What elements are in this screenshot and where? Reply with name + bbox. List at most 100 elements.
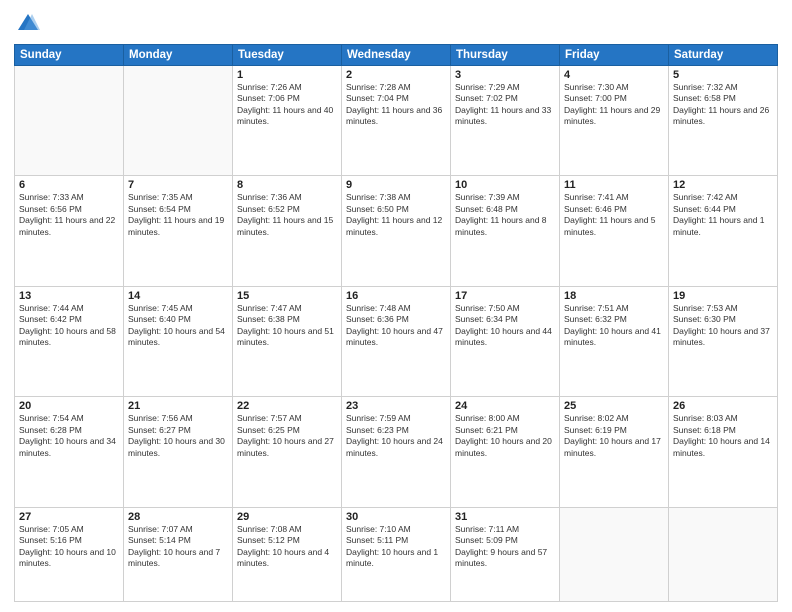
calendar-cell (124, 66, 233, 176)
calendar-cell: 9Sunrise: 7:38 AMSunset: 6:50 PMDaylight… (342, 176, 451, 286)
day-info: Sunrise: 7:47 AMSunset: 6:38 PMDaylight:… (237, 303, 337, 349)
day-number: 13 (19, 290, 119, 302)
calendar-cell: 14Sunrise: 7:45 AMSunset: 6:40 PMDayligh… (124, 286, 233, 396)
day-info: Sunrise: 7:59 AMSunset: 6:23 PMDaylight:… (346, 413, 446, 459)
weekday-saturday: Saturday (669, 45, 778, 66)
day-number: 31 (455, 511, 555, 523)
calendar-cell: 16Sunrise: 7:48 AMSunset: 6:36 PMDayligh… (342, 286, 451, 396)
calendar-cell: 5Sunrise: 7:32 AMSunset: 6:58 PMDaylight… (669, 66, 778, 176)
day-info: Sunrise: 7:51 AMSunset: 6:32 PMDaylight:… (564, 303, 664, 349)
calendar-week-5: 27Sunrise: 7:05 AMSunset: 5:16 PMDayligh… (15, 507, 778, 601)
calendar-cell: 18Sunrise: 7:51 AMSunset: 6:32 PMDayligh… (560, 286, 669, 396)
day-number: 15 (237, 290, 337, 302)
day-info: Sunrise: 7:50 AMSunset: 6:34 PMDaylight:… (455, 303, 555, 349)
day-number: 18 (564, 290, 664, 302)
calendar-cell: 1Sunrise: 7:26 AMSunset: 7:06 PMDaylight… (233, 66, 342, 176)
calendar-week-2: 6Sunrise: 7:33 AMSunset: 6:56 PMDaylight… (15, 176, 778, 286)
calendar-cell (15, 66, 124, 176)
day-info: Sunrise: 7:54 AMSunset: 6:28 PMDaylight:… (19, 413, 119, 459)
weekday-monday: Monday (124, 45, 233, 66)
day-info: Sunrise: 7:35 AMSunset: 6:54 PMDaylight:… (128, 192, 228, 238)
day-number: 25 (564, 400, 664, 412)
weekday-header-row: SundayMondayTuesdayWednesdayThursdayFrid… (15, 45, 778, 66)
day-number: 20 (19, 400, 119, 412)
calendar-cell: 26Sunrise: 8:03 AMSunset: 6:18 PMDayligh… (669, 397, 778, 507)
day-info: Sunrise: 7:07 AMSunset: 5:14 PMDaylight:… (128, 524, 228, 570)
day-info: Sunrise: 7:56 AMSunset: 6:27 PMDaylight:… (128, 413, 228, 459)
day-info: Sunrise: 7:26 AMSunset: 7:06 PMDaylight:… (237, 82, 337, 128)
calendar-cell: 19Sunrise: 7:53 AMSunset: 6:30 PMDayligh… (669, 286, 778, 396)
day-info: Sunrise: 7:10 AMSunset: 5:11 PMDaylight:… (346, 524, 446, 570)
weekday-thursday: Thursday (451, 45, 560, 66)
day-info: Sunrise: 7:39 AMSunset: 6:48 PMDaylight:… (455, 192, 555, 238)
calendar-cell: 20Sunrise: 7:54 AMSunset: 6:28 PMDayligh… (15, 397, 124, 507)
calendar-cell: 29Sunrise: 7:08 AMSunset: 5:12 PMDayligh… (233, 507, 342, 601)
calendar-cell: 23Sunrise: 7:59 AMSunset: 6:23 PMDayligh… (342, 397, 451, 507)
weekday-wednesday: Wednesday (342, 45, 451, 66)
weekday-tuesday: Tuesday (233, 45, 342, 66)
day-number: 27 (19, 511, 119, 523)
calendar-cell: 24Sunrise: 8:00 AMSunset: 6:21 PMDayligh… (451, 397, 560, 507)
day-info: Sunrise: 8:00 AMSunset: 6:21 PMDaylight:… (455, 413, 555, 459)
calendar-cell: 4Sunrise: 7:30 AMSunset: 7:00 PMDaylight… (560, 66, 669, 176)
day-number: 2 (346, 69, 446, 81)
day-number: 21 (128, 400, 228, 412)
day-number: 28 (128, 511, 228, 523)
calendar-cell: 27Sunrise: 7:05 AMSunset: 5:16 PMDayligh… (15, 507, 124, 601)
calendar-cell (669, 507, 778, 601)
calendar-cell: 31Sunrise: 7:11 AMSunset: 5:09 PMDayligh… (451, 507, 560, 601)
day-info: Sunrise: 7:44 AMSunset: 6:42 PMDaylight:… (19, 303, 119, 349)
calendar-cell: 22Sunrise: 7:57 AMSunset: 6:25 PMDayligh… (233, 397, 342, 507)
calendar-cell: 6Sunrise: 7:33 AMSunset: 6:56 PMDaylight… (15, 176, 124, 286)
calendar-cell: 8Sunrise: 7:36 AMSunset: 6:52 PMDaylight… (233, 176, 342, 286)
day-number: 12 (673, 179, 773, 191)
day-info: Sunrise: 7:38 AMSunset: 6:50 PMDaylight:… (346, 192, 446, 238)
day-number: 29 (237, 511, 337, 523)
calendar-cell: 17Sunrise: 7:50 AMSunset: 6:34 PMDayligh… (451, 286, 560, 396)
day-number: 3 (455, 69, 555, 81)
day-number: 19 (673, 290, 773, 302)
day-number: 7 (128, 179, 228, 191)
day-number: 11 (564, 179, 664, 191)
day-info: Sunrise: 7:11 AMSunset: 5:09 PMDaylight:… (455, 524, 555, 570)
calendar-week-3: 13Sunrise: 7:44 AMSunset: 6:42 PMDayligh… (15, 286, 778, 396)
day-number: 14 (128, 290, 228, 302)
day-info: Sunrise: 7:05 AMSunset: 5:16 PMDaylight:… (19, 524, 119, 570)
day-number: 23 (346, 400, 446, 412)
day-info: Sunrise: 7:57 AMSunset: 6:25 PMDaylight:… (237, 413, 337, 459)
calendar-table: SundayMondayTuesdayWednesdayThursdayFrid… (14, 44, 778, 602)
calendar-cell: 30Sunrise: 7:10 AMSunset: 5:11 PMDayligh… (342, 507, 451, 601)
logo-icon (14, 10, 42, 38)
day-info: Sunrise: 7:41 AMSunset: 6:46 PMDaylight:… (564, 192, 664, 238)
day-number: 6 (19, 179, 119, 191)
day-number: 4 (564, 69, 664, 81)
day-number: 1 (237, 69, 337, 81)
calendar-cell: 3Sunrise: 7:29 AMSunset: 7:02 PMDaylight… (451, 66, 560, 176)
day-number: 30 (346, 511, 446, 523)
calendar-cell (560, 507, 669, 601)
day-info: Sunrise: 7:36 AMSunset: 6:52 PMDaylight:… (237, 192, 337, 238)
calendar-cell: 28Sunrise: 7:07 AMSunset: 5:14 PMDayligh… (124, 507, 233, 601)
day-number: 5 (673, 69, 773, 81)
page-header (14, 10, 778, 38)
day-info: Sunrise: 7:45 AMSunset: 6:40 PMDaylight:… (128, 303, 228, 349)
day-number: 9 (346, 179, 446, 191)
calendar-cell: 21Sunrise: 7:56 AMSunset: 6:27 PMDayligh… (124, 397, 233, 507)
day-info: Sunrise: 7:53 AMSunset: 6:30 PMDaylight:… (673, 303, 773, 349)
day-info: Sunrise: 7:33 AMSunset: 6:56 PMDaylight:… (19, 192, 119, 238)
day-info: Sunrise: 7:32 AMSunset: 6:58 PMDaylight:… (673, 82, 773, 128)
calendar-cell: 10Sunrise: 7:39 AMSunset: 6:48 PMDayligh… (451, 176, 560, 286)
calendar-cell: 2Sunrise: 7:28 AMSunset: 7:04 PMDaylight… (342, 66, 451, 176)
calendar-cell: 13Sunrise: 7:44 AMSunset: 6:42 PMDayligh… (15, 286, 124, 396)
day-info: Sunrise: 7:42 AMSunset: 6:44 PMDaylight:… (673, 192, 773, 238)
weekday-friday: Friday (560, 45, 669, 66)
calendar-week-4: 20Sunrise: 7:54 AMSunset: 6:28 PMDayligh… (15, 397, 778, 507)
day-info: Sunrise: 8:02 AMSunset: 6:19 PMDaylight:… (564, 413, 664, 459)
day-number: 22 (237, 400, 337, 412)
calendar-cell: 25Sunrise: 8:02 AMSunset: 6:19 PMDayligh… (560, 397, 669, 507)
day-info: Sunrise: 7:48 AMSunset: 6:36 PMDaylight:… (346, 303, 446, 349)
day-number: 8 (237, 179, 337, 191)
day-info: Sunrise: 7:30 AMSunset: 7:00 PMDaylight:… (564, 82, 664, 128)
calendar-cell: 11Sunrise: 7:41 AMSunset: 6:46 PMDayligh… (560, 176, 669, 286)
day-info: Sunrise: 7:28 AMSunset: 7:04 PMDaylight:… (346, 82, 446, 128)
